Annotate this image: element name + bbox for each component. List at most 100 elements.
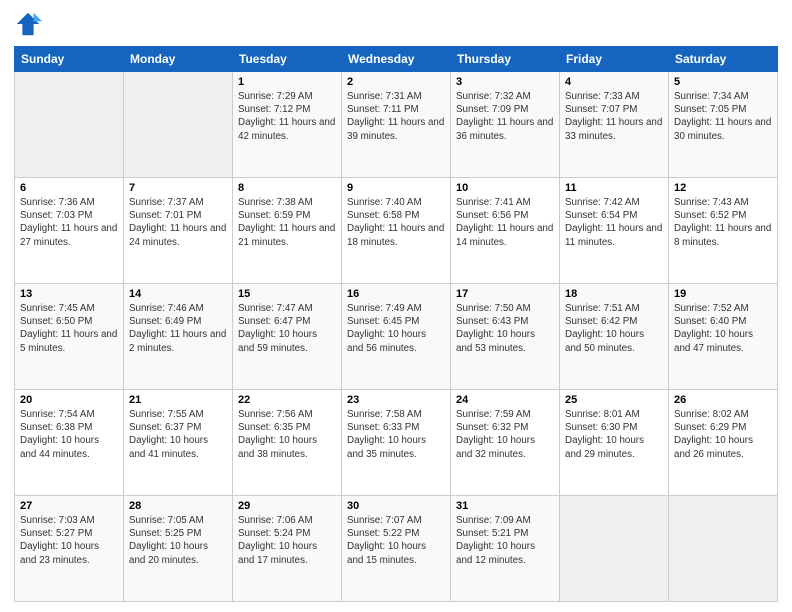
calendar-cell xyxy=(15,72,124,178)
day-number: 17 xyxy=(456,288,554,300)
calendar-cell: 25 Sunrise: 8:01 AM Sunset: 6:30 PM Dayli… xyxy=(560,390,669,496)
calendar-cell: 29 Sunrise: 7:06 AM Sunset: 5:24 PM Dayli… xyxy=(233,496,342,602)
calendar-cell: 7 Sunrise: 7:37 AM Sunset: 7:01 PM Daylig… xyxy=(124,178,233,284)
day-number: 6 xyxy=(20,182,118,194)
day-number: 18 xyxy=(565,288,663,300)
day-number: 27 xyxy=(20,500,118,512)
day-info: Sunrise: 7:36 AM Sunset: 7:03 PM Dayligh… xyxy=(20,196,118,249)
calendar-cell: 28Sunrise: 7:05 AM Sunset: 5:25 PM Dayli… xyxy=(124,496,233,602)
day-info: Sunrise: 8:02 AM Sunset: 6:29 PM Dayligh… xyxy=(674,408,772,461)
day-info: Sunrise: 7:34 AM Sunset: 7:05 PM Dayligh… xyxy=(674,90,772,143)
day-info: Sunrise: 7:54 AM Sunset: 6:38 PM Dayligh… xyxy=(20,408,118,461)
day-number: 4 xyxy=(565,76,663,88)
weekday-header-thursday: Thursday xyxy=(451,47,560,72)
calendar-cell xyxy=(124,72,233,178)
calendar-cell: 18 Sunrise: 7:51 AM Sunset: 6:42 PM Dayli… xyxy=(560,284,669,390)
day-info: Sunrise: 7:37 AM Sunset: 7:01 PM Dayligh… xyxy=(129,196,227,249)
calendar-cell: 11 Sunrise: 7:42 AM Sunset: 6:54 PM Dayli… xyxy=(560,178,669,284)
calendar-cell: 20 Sunrise: 7:54 AM Sunset: 6:38 PM Dayli… xyxy=(15,390,124,496)
day-info: Sunrise: 7:50 AM Sunset: 6:43 PM Dayligh… xyxy=(456,302,554,355)
day-number: 25 xyxy=(565,394,663,406)
day-number: 24 xyxy=(456,394,554,406)
weekday-header-sunday: Sunday xyxy=(15,47,124,72)
day-number: 8 xyxy=(238,182,336,194)
day-number: 2 xyxy=(347,76,445,88)
calendar-cell: 2 Sunrise: 7:31 AM Sunset: 7:11 PM Daylig… xyxy=(342,72,451,178)
calendar-cell: 9 Sunrise: 7:40 AM Sunset: 6:58 PM Daylig… xyxy=(342,178,451,284)
calendar-cell: 16 Sunrise: 7:49 AM Sunset: 6:45 PM Dayli… xyxy=(342,284,451,390)
day-info: Sunrise: 7:46 AM Sunset: 6:49 PM Dayligh… xyxy=(129,302,227,355)
day-number: 29 xyxy=(238,500,336,512)
day-number: 22 xyxy=(238,394,336,406)
calendar-cell: 30 Sunrise: 7:07 AM Sunset: 5:22 PM Dayli… xyxy=(342,496,451,602)
calendar-cell: 5 Sunrise: 7:34 AM Sunset: 7:05 PM Daylig… xyxy=(669,72,778,178)
day-number: 1 xyxy=(238,76,336,88)
calendar-cell xyxy=(560,496,669,602)
day-info: Sunrise: 7:09 AM Sunset: 5:21 PM Dayligh… xyxy=(456,514,554,567)
day-number: 16 xyxy=(347,288,445,300)
page: SundayMondayTuesdayWednesdayThursdayFrid… xyxy=(0,0,792,612)
calendar-cell: 14 Sunrise: 7:46 AM Sunset: 6:49 PM Dayli… xyxy=(124,284,233,390)
day-info: Sunrise: 7:32 AM Sunset: 7:09 PM Dayligh… xyxy=(456,90,554,143)
day-info: Sunrise: 7:42 AM Sunset: 6:54 PM Dayligh… xyxy=(565,196,663,249)
day-number: 11 xyxy=(565,182,663,194)
day-number: 21 xyxy=(129,394,227,406)
day-info: Sunrise: 7:49 AM Sunset: 6:45 PM Dayligh… xyxy=(347,302,445,355)
calendar-cell: 26 Sunrise: 8:02 AM Sunset: 6:29 PM Dayli… xyxy=(669,390,778,496)
day-number: 14 xyxy=(129,288,227,300)
day-number: 3 xyxy=(456,76,554,88)
day-info: Sunrise: 7:38 AM Sunset: 6:59 PM Dayligh… xyxy=(238,196,336,249)
day-info: Sunrise: 7:05 AM Sunset: 5:25 PM Dayligh… xyxy=(129,514,227,567)
day-info: Sunrise: 7:31 AM Sunset: 7:11 PM Dayligh… xyxy=(347,90,445,143)
day-info: Sunrise: 7:59 AM Sunset: 6:32 PM Dayligh… xyxy=(456,408,554,461)
day-info: Sunrise: 7:43 AM Sunset: 6:52 PM Dayligh… xyxy=(674,196,772,249)
day-info: Sunrise: 7:58 AM Sunset: 6:33 PM Dayligh… xyxy=(347,408,445,461)
weekday-header-monday: Monday xyxy=(124,47,233,72)
day-number: 13 xyxy=(20,288,118,300)
day-number: 26 xyxy=(674,394,772,406)
day-info: Sunrise: 7:41 AM Sunset: 6:56 PM Dayligh… xyxy=(456,196,554,249)
calendar-cell: 27 Sunrise: 7:03 AM Sunset: 5:27 PM Dayli… xyxy=(15,496,124,602)
day-info: Sunrise: 7:55 AM Sunset: 6:37 PM Dayligh… xyxy=(129,408,227,461)
calendar-cell: 23 Sunrise: 7:58 AM Sunset: 6:33 PM Dayli… xyxy=(342,390,451,496)
weekday-header-friday: Friday xyxy=(560,47,669,72)
day-number: 31 xyxy=(456,500,554,512)
calendar-table: SundayMondayTuesdayWednesdayThursdayFrid… xyxy=(14,46,778,602)
logo-icon xyxy=(14,10,42,38)
weekday-header-wednesday: Wednesday xyxy=(342,47,451,72)
calendar-cell: 24 Sunrise: 7:59 AM Sunset: 6:32 PM Dayli… xyxy=(451,390,560,496)
day-info: Sunrise: 7:40 AM Sunset: 6:58 PM Dayligh… xyxy=(347,196,445,249)
day-info: Sunrise: 7:33 AM Sunset: 7:07 PM Dayligh… xyxy=(565,90,663,143)
day-number: 20 xyxy=(20,394,118,406)
day-number: 23 xyxy=(347,394,445,406)
day-info: Sunrise: 7:07 AM Sunset: 5:22 PM Dayligh… xyxy=(347,514,445,567)
logo xyxy=(14,10,46,38)
day-number: 7 xyxy=(129,182,227,194)
calendar-cell: 17 Sunrise: 7:50 AM Sunset: 6:43 PM Dayli… xyxy=(451,284,560,390)
calendar-cell: 13 Sunrise: 7:45 AM Sunset: 6:50 PM Dayli… xyxy=(15,284,124,390)
day-info: Sunrise: 7:45 AM Sunset: 6:50 PM Dayligh… xyxy=(20,302,118,355)
calendar-cell: 22 Sunrise: 7:56 AM Sunset: 6:35 PM Dayli… xyxy=(233,390,342,496)
header xyxy=(14,10,778,38)
day-number: 19 xyxy=(674,288,772,300)
day-info: Sunrise: 8:01 AM Sunset: 6:30 PM Dayligh… xyxy=(565,408,663,461)
day-number: 10 xyxy=(456,182,554,194)
day-number: 12 xyxy=(674,182,772,194)
calendar-cell: 21 Sunrise: 7:55 AM Sunset: 6:37 PM Dayli… xyxy=(124,390,233,496)
day-info: Sunrise: 7:56 AM Sunset: 6:35 PM Dayligh… xyxy=(238,408,336,461)
calendar-cell: 10 Sunrise: 7:41 AM Sunset: 6:56 PM Dayli… xyxy=(451,178,560,284)
day-number: 30 xyxy=(347,500,445,512)
calendar-cell: 15Sunrise: 7:47 AM Sunset: 6:47 PM Dayli… xyxy=(233,284,342,390)
calendar-cell: 19Sunrise: 7:52 AM Sunset: 6:40 PM Dayli… xyxy=(669,284,778,390)
day-number: 9 xyxy=(347,182,445,194)
calendar-cell: 3 Sunrise: 7:32 AM Sunset: 7:09 PM Daylig… xyxy=(451,72,560,178)
weekday-header-tuesday: Tuesday xyxy=(233,47,342,72)
day-number: 5 xyxy=(674,76,772,88)
day-info: Sunrise: 7:51 AM Sunset: 6:42 PM Dayligh… xyxy=(565,302,663,355)
day-info: Sunrise: 7:29 AM Sunset: 7:12 PM Dayligh… xyxy=(238,90,336,143)
day-info: Sunrise: 7:06 AM Sunset: 5:24 PM Dayligh… xyxy=(238,514,336,567)
day-number: 15 xyxy=(238,288,336,300)
calendar-cell: 31 Sunrise: 7:09 AM Sunset: 5:21 PM Dayli… xyxy=(451,496,560,602)
day-info: Sunrise: 7:03 AM Sunset: 5:27 PM Dayligh… xyxy=(20,514,118,567)
calendar-cell: 4 Sunrise: 7:33 AM Sunset: 7:07 PM Daylig… xyxy=(560,72,669,178)
